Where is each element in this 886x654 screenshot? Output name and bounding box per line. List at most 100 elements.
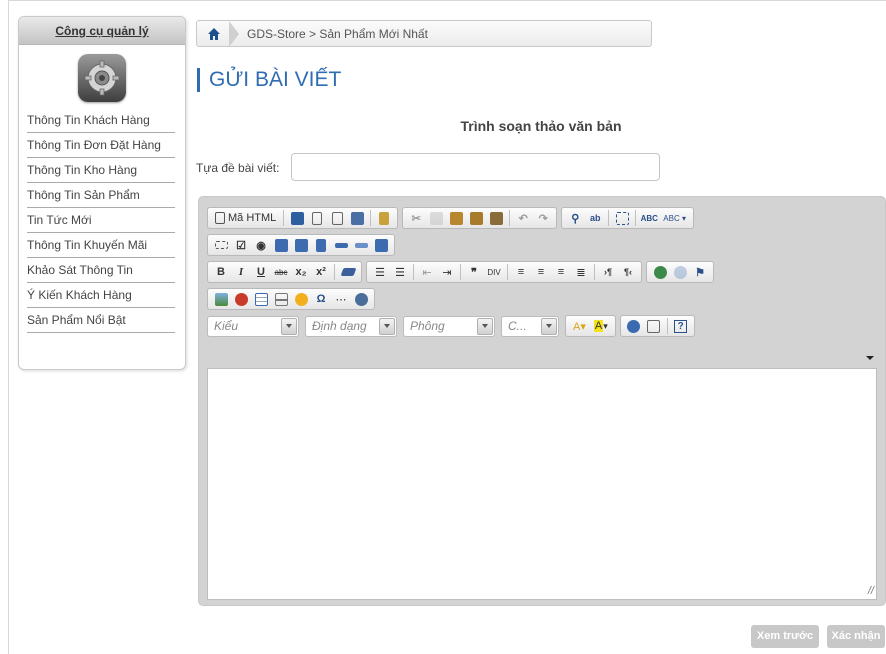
show-blocks-button[interactable] (645, 317, 663, 335)
post-title-input[interactable] (291, 153, 660, 181)
toolbar-separator (460, 264, 461, 280)
sidebar-item-products[interactable]: Thông Tin Sản Phẩm (27, 183, 175, 208)
preview-button[interactable] (328, 209, 346, 227)
superscript-icon: x² (316, 266, 326, 278)
save-button[interactable] (288, 209, 306, 227)
align-center-button[interactable]: ≡ (532, 263, 550, 281)
paste-button[interactable] (447, 209, 465, 227)
toolbar-group-paragraph: ☰ ☰ ⇤ ⇥ ❞ DIV ≡ ≡ ≡ ≣ ›¶ ¶‹ (366, 261, 642, 283)
remove-format-button[interactable] (339, 263, 357, 281)
spellcheck-as-you-type-button[interactable]: ABC ▾ (660, 209, 689, 227)
paste-word-button[interactable] (487, 209, 505, 227)
spellcheck-button[interactable]: ABC (640, 209, 658, 227)
hidden-field-button[interactable] (372, 236, 390, 254)
redo-button[interactable]: ↷ (534, 209, 552, 227)
numbered-list-button[interactable]: ☰ (371, 263, 389, 281)
rtl-button[interactable]: ¶‹ (619, 263, 637, 281)
new-page-button[interactable] (308, 209, 326, 227)
justify-button[interactable]: ≣ (572, 263, 590, 281)
source-button[interactable]: Mã HTML (212, 209, 279, 227)
superscript-button[interactable]: x² (312, 263, 330, 281)
button-field-button[interactable] (332, 236, 350, 254)
subscript-icon: x₂ (295, 266, 307, 278)
omega-icon: Ω (316, 293, 326, 305)
image-button-field-icon (354, 242, 368, 248)
smiley-button[interactable] (292, 290, 310, 308)
create-div-button[interactable]: DIV (485, 263, 503, 281)
subscript-button[interactable]: x₂ (292, 263, 310, 281)
format-dropdown[interactable]: Định dạng (305, 315, 397, 337)
sidebar-item-surveys[interactable]: Khảo Sát Thông Tin (27, 258, 175, 283)
blockquote-button[interactable]: ❞ (465, 263, 483, 281)
redo-icon: ↷ (538, 212, 548, 225)
editor-content-area[interactable]: // (207, 368, 877, 600)
submit-post-button[interactable]: Xác nhận (827, 625, 885, 648)
maximize-button[interactable] (625, 317, 643, 335)
image-button[interactable] (212, 290, 230, 308)
special-char-button[interactable]: Ω (312, 290, 330, 308)
sidebar-item-feedback[interactable]: Ý Kiến Khách Hàng (27, 283, 175, 308)
radio-button[interactable]: ◉ (252, 236, 270, 254)
iframe-button[interactable] (352, 290, 370, 308)
chevron-down-icon (281, 317, 297, 335)
paste-text-button[interactable] (467, 209, 485, 227)
textarea-button[interactable] (292, 236, 310, 254)
sidebar-item-featured[interactable]: Sản Phẩm Nổi Bật (27, 308, 175, 333)
undo-button[interactable]: ↶ (514, 209, 532, 227)
anchor-button[interactable]: ⚑ (691, 263, 709, 281)
select-field-button[interactable] (312, 236, 330, 254)
replace-button[interactable]: ab (586, 209, 604, 227)
underline-button[interactable]: U (252, 263, 270, 281)
flash-button[interactable] (232, 290, 250, 308)
sidebar-item-news[interactable]: Tin Tức Mới (27, 208, 175, 233)
text-color-button[interactable]: A▾ (570, 317, 589, 335)
align-left-button[interactable]: ≡ (512, 263, 530, 281)
size-dropdown[interactable]: C... (501, 315, 559, 337)
copy-icon (429, 211, 443, 225)
sidebar-item-promotions[interactable]: Thông Tin Khuyến Mãi (27, 233, 175, 258)
preview-post-button[interactable]: Xem trước (751, 625, 819, 648)
sidebar-item-orders[interactable]: Thông Tin Đơn Đặt Hàng (27, 133, 175, 158)
outdent-button[interactable]: ⇤ (418, 263, 436, 281)
indent-button[interactable]: ⇥ (438, 263, 456, 281)
textfield-button[interactable] (272, 236, 290, 254)
style-dropdown[interactable]: Kiểu (207, 315, 299, 337)
print-button[interactable] (348, 209, 366, 227)
templates-button[interactable] (375, 209, 393, 227)
cut-button[interactable]: ✂ (407, 209, 425, 227)
find-button[interactable]: ⚲ (566, 209, 584, 227)
font-dropdown-label: Phông (410, 319, 445, 333)
breadcrumb-text[interactable]: GDS-Store > Sản Phẩm Mới Nhất (247, 27, 428, 41)
copy-button[interactable] (427, 209, 445, 227)
horizontal-rule-button[interactable] (272, 290, 290, 308)
table-button[interactable] (252, 290, 270, 308)
bulleted-list-button[interactable]: ☰ (391, 263, 409, 281)
select-all-button[interactable] (613, 209, 631, 227)
about-button[interactable]: ? (672, 317, 690, 335)
font-dropdown[interactable]: Phông (403, 315, 495, 337)
bg-color-button[interactable]: A ▾ (591, 317, 611, 335)
checkbox-icon: ☑ (236, 239, 246, 252)
page-title: GỬI BÀI VIẾT (197, 68, 341, 92)
unlink-button[interactable] (671, 263, 689, 281)
italic-button[interactable]: I (232, 263, 250, 281)
radio-icon: ◉ (256, 239, 266, 252)
collapse-toolbar-button[interactable] (863, 348, 877, 360)
sidebar-item-warehouse[interactable]: Thông Tin Kho Hàng (27, 158, 175, 183)
sidebar-item-customers[interactable]: Thông Tin Khách Hàng (27, 108, 175, 133)
checkbox-button[interactable]: ☑ (232, 236, 250, 254)
resize-handle-icon[interactable]: // (868, 585, 874, 597)
strike-button[interactable]: abc (272, 263, 290, 281)
bg-color-icon: A (593, 320, 604, 332)
form-button[interactable] (212, 236, 230, 254)
bulleted-list-icon: ☰ (395, 266, 405, 279)
image-button-field-button[interactable] (352, 236, 370, 254)
bold-button[interactable]: B (212, 263, 230, 281)
page-break-button[interactable]: ⋯ (332, 290, 350, 308)
link-button[interactable] (651, 263, 669, 281)
align-right-button[interactable]: ≡ (552, 263, 570, 281)
ltr-button[interactable]: ›¶ (599, 263, 617, 281)
format-dropdown-label: Định dạng (312, 319, 367, 333)
editor-section-title: Trình soạn thảo văn bản (460, 118, 622, 134)
home-icon[interactable] (197, 21, 231, 46)
